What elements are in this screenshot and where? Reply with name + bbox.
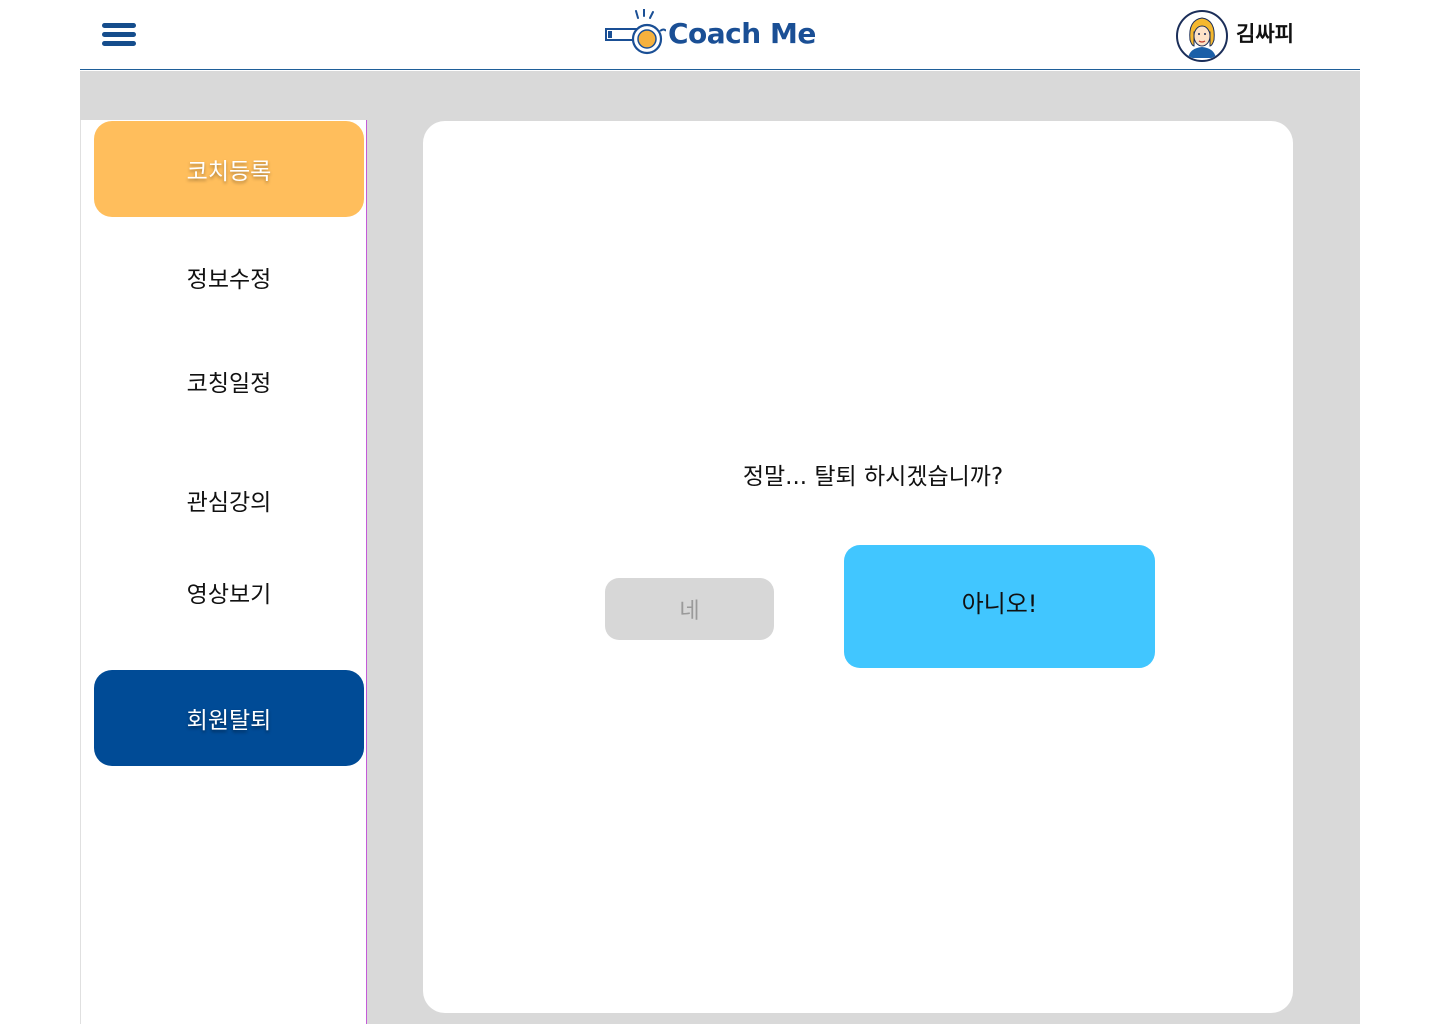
top-header: Coach Me 김싸피 xyxy=(80,0,1360,70)
sidebar-item-watch-videos[interactable]: 영상보기 xyxy=(94,544,364,640)
sidebar: 코치등록 정보수정 코칭일정 관심강의 영상보기 회원탈퇴 xyxy=(80,120,367,1024)
withdraw-question: 정말... 탈퇴 하시겠습니까? xyxy=(742,464,1004,490)
sidebar-item-interested-lectures[interactable]: 관심강의 xyxy=(94,452,364,548)
sidebar-item-coaching-schedule[interactable]: 코칭일정 xyxy=(94,333,364,429)
confirm-no-button[interactable]: 아니오! xyxy=(844,545,1155,668)
username: 김싸피 xyxy=(1236,22,1294,46)
whistle-icon xyxy=(605,9,666,55)
logo-text: Coach Me xyxy=(668,16,816,50)
withdraw-confirm-panel: 정말... 탈퇴 하시겠습니까? 네 아니오! xyxy=(423,121,1293,1013)
user-profile[interactable]: 김싸피 xyxy=(1176,10,1294,62)
confirm-yes-button[interactable]: 네 xyxy=(605,578,774,640)
sidebar-item-edit-info[interactable]: 정보수정 xyxy=(94,229,364,325)
hamburger-menu-icon[interactable] xyxy=(102,23,136,47)
logo[interactable]: Coach Me xyxy=(604,8,816,58)
sidebar-item-withdraw[interactable]: 회원탈퇴 xyxy=(94,670,364,766)
user-avatar-icon[interactable] xyxy=(1176,10,1228,62)
sidebar-item-coach-register[interactable]: 코치등록 xyxy=(94,121,364,217)
